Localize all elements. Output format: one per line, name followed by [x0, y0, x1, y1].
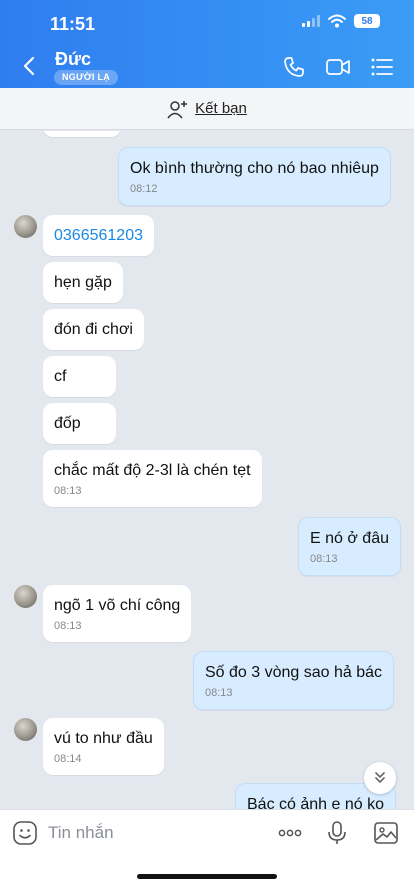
message-text: hẹn gặp [54, 274, 112, 291]
status-time: 11:51 [50, 14, 96, 34]
message-time: 08:14 [54, 753, 82, 765]
contact-avatar[interactable] [14, 585, 37, 608]
stranger-badge: NGƯỜI LẠ [54, 70, 119, 85]
wifi-icon [328, 14, 346, 28]
message-time: 08:12 [130, 183, 158, 195]
more-options-icon[interactable] [277, 820, 303, 846]
message-text: đốp [54, 415, 81, 432]
image-gallery-icon[interactable] [373, 820, 399, 846]
chat-header: 11:51 58 Đức NGƯỜI LẠ [0, 0, 414, 88]
add-user-icon [167, 100, 188, 118]
message-text: Bác có ảnh e nó ko [247, 796, 384, 809]
battery-icon: 58 [354, 14, 380, 28]
menu-list-icon[interactable] [369, 54, 395, 80]
message-text: E nó ở đâu [310, 530, 389, 547]
contact-avatar[interactable] [14, 718, 37, 741]
message-bubble-incoming[interactable]: cf [43, 356, 116, 397]
double-chevron-down-icon [375, 772, 385, 784]
message-bubble-incoming[interactable]: đón đi chơi [43, 309, 144, 350]
message-bubble-outgoing[interactable]: Số đo 3 vòng sao hả bác 08:13 [193, 651, 395, 710]
message-bubble-incoming[interactable]: đốp [43, 403, 116, 444]
message-text: chắc mất độ 2-3l là chén tẹt [54, 462, 251, 479]
back-arrow-icon[interactable] [18, 54, 42, 78]
message-text: cf [54, 368, 67, 385]
message-bubble-incoming[interactable]: vú to như đầu 08:14 [43, 718, 164, 775]
message-bubble-partial [43, 131, 121, 137]
video-call-icon[interactable] [325, 54, 351, 80]
message-input-bar: Tin nhắn [0, 809, 414, 884]
status-icons: 58 [302, 14, 380, 28]
message-text: Ok bình thường cho nó bao nhiêup [130, 160, 379, 177]
contact-avatar[interactable] [14, 215, 37, 238]
message-input[interactable]: Tin nhắn [48, 823, 114, 843]
message-text: Số đo 3 vòng sao hả bác [205, 664, 383, 681]
add-friend-label[interactable]: Kết bạn [195, 100, 247, 117]
message-bubble-incoming[interactable]: ngõ 1 võ chí công 08:13 [43, 585, 192, 642]
home-indicator [137, 874, 277, 879]
chat-messages[interactable]: Ok bình thường cho nó bao nhiêup 08:12 0… [0, 131, 414, 809]
message-text: vú to như đầu [54, 730, 153, 747]
message-bubble-incoming[interactable]: hẹn gặp [43, 262, 123, 303]
contact-name[interactable]: Đức [55, 49, 91, 70]
message-time: 08:13 [54, 485, 82, 497]
message-bubble-incoming[interactable]: chắc mất độ 2-3l là chén tẹt 08:13 [43, 450, 262, 507]
phone-number-link[interactable]: 0366561203 [54, 225, 143, 246]
message-time: 08:13 [310, 553, 338, 565]
message-time: 08:13 [54, 620, 82, 632]
message-bubble-outgoing[interactable]: E nó ở đâu 08:13 [298, 517, 401, 576]
emoji-icon[interactable] [12, 820, 38, 846]
cellular-signal-icon [302, 15, 320, 27]
message-text: đón đi chơi [54, 321, 133, 338]
message-time: 08:13 [205, 687, 233, 699]
scroll-to-bottom-button[interactable] [364, 762, 396, 794]
microphone-icon[interactable] [324, 820, 350, 846]
message-text: ngõ 1 võ chí công [54, 597, 181, 614]
add-friend-bar[interactable]: Kết bạn [0, 88, 414, 130]
message-bubble-incoming[interactable]: 0366561203 [43, 215, 154, 256]
phone-call-icon[interactable] [281, 54, 307, 80]
message-bubble-outgoing[interactable]: Ok bình thường cho nó bao nhiêup 08:12 [118, 147, 391, 206]
